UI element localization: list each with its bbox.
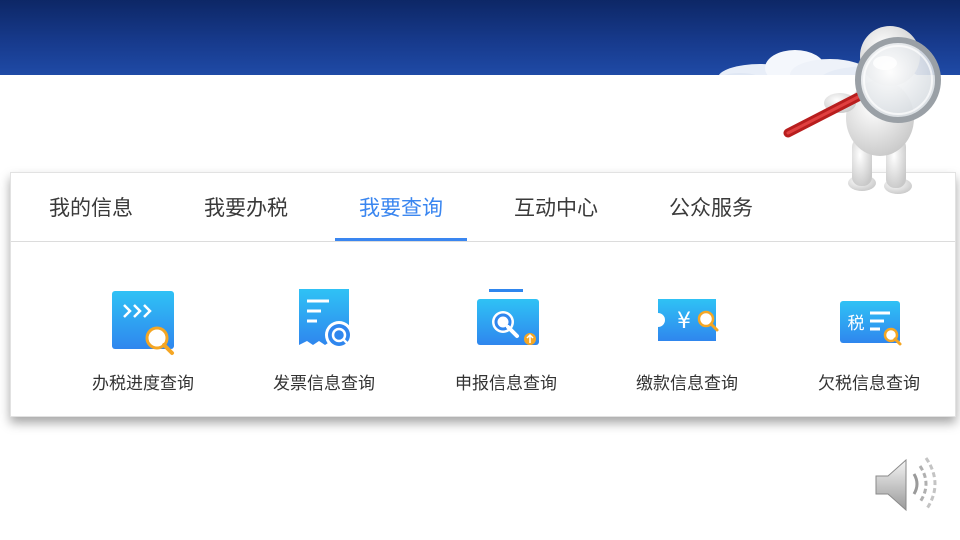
service-label: 发票信息查询 (273, 374, 375, 394)
mascot-magnifier-illustration (783, 26, 941, 194)
yuan-glyph: ¥ (677, 309, 691, 334)
service-payment-query[interactable]: ¥ 缴款信息查询 (612, 285, 762, 405)
declaration-query-icon (477, 289, 539, 345)
service-arrears-query[interactable]: 税 欠税信息查询 (794, 285, 944, 405)
tax-glyph: 税 (848, 314, 865, 334)
tab-interaction-center[interactable]: 互动中心 (481, 173, 631, 241)
service-label: 申报信息查询 (455, 374, 557, 394)
query-panel: 我的信息 我要办税 我要查询 互动中心 公众服务 办税进度查询 发票信息查询 申… (10, 172, 956, 417)
service-label: 办税进度查询 (92, 374, 194, 394)
tab-tax-handling[interactable]: 我要办税 (171, 173, 321, 241)
progress-query-icon (112, 291, 174, 355)
service-progress-query[interactable]: 办税进度查询 (68, 285, 218, 405)
tab-public-service[interactable]: 公众服务 (636, 173, 786, 241)
invoice-query-icon (299, 289, 353, 349)
active-tab-indicator (335, 238, 467, 241)
service-invoice-query[interactable]: 发票信息查询 (249, 285, 399, 405)
service-label: 欠税信息查询 (818, 374, 920, 394)
arrears-query-icon: 税 (840, 301, 902, 346)
tab-my-info[interactable]: 我的信息 (11, 173, 171, 241)
tab-query[interactable]: 我要查询 (335, 173, 467, 241)
speaker-icon[interactable] (870, 452, 940, 517)
payment-query-icon: ¥ (658, 299, 719, 341)
service-label: 缴款信息查询 (636, 374, 738, 394)
service-declaration-query[interactable]: 申报信息查询 (431, 285, 581, 405)
